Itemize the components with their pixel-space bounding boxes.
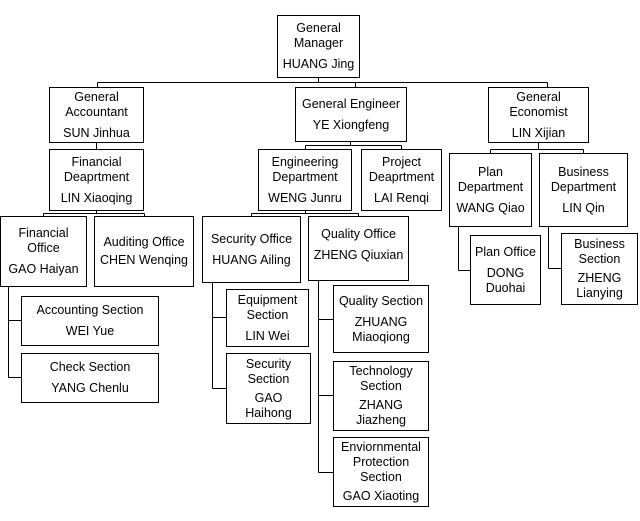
node-title: Plan Department — [457, 164, 524, 194]
node-person: LAI Renqi — [374, 190, 429, 205]
node-title: Financial Deaprtment — [63, 154, 130, 184]
node-environmental-protection-section[interactable]: Enviornmental Protection Section GAO Xia… — [333, 437, 429, 507]
node-title: Quality Office — [321, 227, 396, 241]
node-title: Quality Section — [338, 293, 424, 308]
node-business-department[interactable]: Business Department LIN Qin — [539, 153, 628, 227]
node-quality-office[interactable]: Quality Office ZHENG Qiuxian — [308, 216, 409, 281]
node-title: Equipment Section — [237, 292, 298, 322]
node-title: General Manager — [293, 21, 344, 50]
node-plan-department[interactable]: Plan Department WANG Qiao — [449, 153, 532, 227]
node-security-office[interactable]: Security Office HUANG Ailing — [202, 216, 301, 283]
node-person: LIN Xiaoqing — [60, 190, 133, 205]
node-title: General Engineer — [302, 96, 400, 111]
node-person: WANG Qiao — [456, 200, 525, 215]
node-person: GAO Haiyan — [8, 262, 79, 276]
node-person: HUANG Ailing — [212, 252, 291, 267]
node-person: ZHANG Jiazheng — [355, 398, 407, 427]
node-general-manager[interactable]: General Manager HUANG Jing — [277, 15, 360, 78]
node-title: General Economist — [509, 89, 568, 119]
node-auditing-office[interactable]: Auditing Office CHEN Wenqing — [94, 216, 194, 287]
node-security-section[interactable]: Security Section GAO Haihong — [226, 353, 311, 424]
node-general-economist[interactable]: General Economist LIN Xijian — [488, 87, 589, 143]
node-person: GAO Haihong — [245, 390, 292, 420]
node-title: Business Department — [550, 164, 617, 194]
node-person: LIN Xijian — [511, 125, 566, 140]
node-title: Security Section — [245, 356, 292, 386]
node-person: HUANG Jing — [282, 57, 355, 71]
node-person: DONG Duohai — [485, 265, 526, 295]
node-title: Financial Office — [18, 226, 69, 255]
node-person: SUN Jinhua — [63, 125, 130, 140]
node-person: WEI Yue — [65, 324, 115, 338]
node-title: Technology Section — [349, 364, 413, 393]
node-person: YE Xiongfeng — [312, 117, 390, 132]
node-title: Business Section — [574, 237, 625, 266]
node-title: Security Office — [210, 231, 293, 246]
node-engineering-department[interactable]: Engineering Department WENG Junru — [258, 149, 352, 211]
node-title: Auditing Office — [103, 235, 185, 249]
node-person: LIN Wei — [245, 328, 290, 343]
node-title: Check Section — [49, 360, 131, 374]
node-person: GAO Xiaoting — [342, 489, 420, 503]
node-person: YANG Chenlu — [51, 381, 129, 395]
node-person: ZHENG Lianying — [576, 271, 623, 300]
node-title: Enviornmental Protection Section — [341, 440, 421, 484]
node-person: WENG Junru — [268, 190, 342, 205]
node-title: Engineering Department — [271, 154, 339, 184]
node-title: Project Deaprtment — [368, 154, 435, 184]
node-person: LIN Qin — [562, 200, 605, 215]
node-check-section[interactable]: Check Section YANG Chenlu — [21, 353, 159, 403]
node-title: General Accountant — [65, 89, 128, 119]
node-accounting-section[interactable]: Accounting Section WEI Yue — [21, 296, 159, 346]
node-general-engineer[interactable]: General Engineer YE Xiongfeng — [295, 87, 407, 142]
node-project-department[interactable]: Project Deaprtment LAI Renqi — [361, 149, 442, 211]
node-person: ZHENG Qiuxian — [313, 248, 404, 262]
node-business-section[interactable]: Business Section ZHENG Lianying — [561, 233, 638, 305]
node-technology-section[interactable]: Technology Section ZHANG Jiazheng — [333, 361, 429, 431]
node-quality-section[interactable]: Quality Section ZHUANG Miaoqiong — [333, 285, 429, 353]
node-person: CHEN Wenqing — [99, 253, 188, 267]
node-financial-department[interactable]: Financial Deaprtment LIN Xiaoqing — [49, 149, 144, 211]
node-title: Plan Office — [475, 244, 536, 259]
node-person: ZHUANG Miaoqiong — [352, 314, 410, 344]
node-financial-office[interactable]: Financial Office GAO Haiyan — [0, 216, 87, 287]
node-general-accountant[interactable]: General Accountant SUN Jinhua — [49, 87, 144, 143]
node-plan-office[interactable]: Plan Office DONG Duohai — [470, 235, 541, 305]
node-equipment-section[interactable]: Equipment Section LIN Wei — [226, 289, 309, 347]
node-title: Accounting Section — [36, 303, 144, 317]
